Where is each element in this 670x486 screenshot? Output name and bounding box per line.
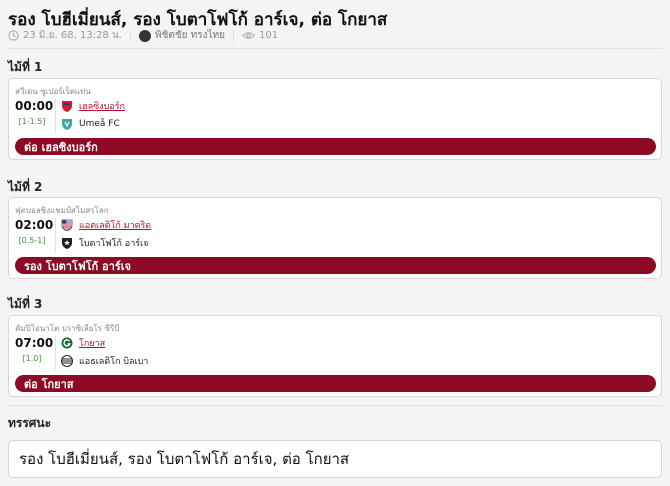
away-team[interactable]: Umeå FC	[61, 117, 120, 131]
league-name: สวีเดน ซูเปอร์เร็ตแท่น	[15, 87, 91, 96]
divider	[129, 29, 131, 42]
article-meta: 23 มิ.ย. 68, 13:28 น. พิชิตชัย ทรงไทย 10…	[8, 28, 278, 43]
view-count: 101	[259, 30, 279, 41]
divider	[8, 405, 662, 406]
away-team[interactable]: โบตาโฟโก้ อาร์เจ	[61, 236, 148, 250]
author-name[interactable]: พิชิตชัย ทรงไทย	[155, 28, 225, 43]
bilbao-logo	[61, 355, 73, 367]
handicap: [0.5-1]	[18, 236, 46, 245]
away-team-name[interactable]: Umeå FC	[79, 119, 120, 129]
divider	[233, 29, 235, 42]
verdict-label: ทรรศนะ	[8, 416, 52, 430]
kickoff-time: 07:00	[15, 336, 54, 350]
home-team-name[interactable]: เฮลซิงบอร์ก	[79, 99, 125, 113]
match-3-card: คัมปิโอนาโต บราซิเลียโร ซีรีบี 07:00 [1.…	[8, 315, 662, 397]
home-team[interactable]: แอตเลติโก้ มาดริด	[61, 218, 151, 232]
botafogo-logo	[61, 237, 73, 249]
tip-bar: ต่อ เฮลซิงบอร์ก	[15, 138, 656, 155]
match-1-card: สวีเดน ซูเปอร์เร็ตแท่น 00:00 [1-1.5] เฮล…	[8, 78, 662, 160]
match-2-card: ฟุตบอลชิงแชมป์สโมสรโลก 02:00 [0.5-1] แอต…	[8, 197, 662, 279]
divider	[55, 99, 56, 133]
avatar[interactable]	[138, 29, 151, 42]
home-team[interactable]: โกยาส	[61, 336, 105, 350]
away-team[interactable]: แอธเลติโก บิลเบา	[61, 354, 148, 368]
divider	[55, 336, 56, 370]
kickoff-time: 02:00	[15, 218, 54, 232]
atletico-logo	[61, 219, 73, 231]
home-team[interactable]: เฮลซิงบอร์ก	[61, 99, 125, 113]
handicap: [1.0]	[22, 354, 42, 363]
verdict-box: รอง โบฮีเมี่ยนส์, รอง โบตาโฟโก้ อาร์เจ, …	[8, 440, 662, 478]
goias-logo	[61, 337, 73, 349]
umea-logo	[61, 118, 73, 130]
home-team-name[interactable]: โกยาส	[79, 336, 105, 350]
match-1-label: ไม้ที่ 1	[8, 60, 43, 74]
handicap: [1-1.5]	[18, 117, 46, 126]
divider	[55, 218, 56, 252]
away-team-name[interactable]: แอธเลติโก บิลเบา	[79, 354, 148, 368]
article-date: 23 มิ.ย. 68, 13:28 น.	[23, 30, 122, 41]
league-name: คัมปิโอนาโต บราซิเลียโร ซีรีบี	[15, 324, 120, 333]
tip-bar: ต่อ โกยาส	[15, 375, 656, 392]
match-3-label: ไม้ที่ 3	[8, 297, 43, 311]
league-name: ฟุตบอลชิงแชมป์สโมสรโลก	[15, 206, 109, 215]
tip-bar: รอง โบตาโฟโก้ อาร์เจ	[15, 257, 656, 274]
match-2-label: ไม้ที่ 2	[8, 180, 43, 194]
divider	[8, 48, 662, 49]
home-team-name[interactable]: แอตเลติโก้ มาดริด	[79, 218, 151, 232]
kickoff-time: 00:00	[15, 99, 54, 113]
helsingborg-logo	[61, 100, 73, 112]
away-team-name[interactable]: โบตาโฟโก้ อาร์เจ	[79, 236, 148, 250]
eye-icon	[242, 30, 255, 41]
clock-icon	[8, 30, 19, 41]
